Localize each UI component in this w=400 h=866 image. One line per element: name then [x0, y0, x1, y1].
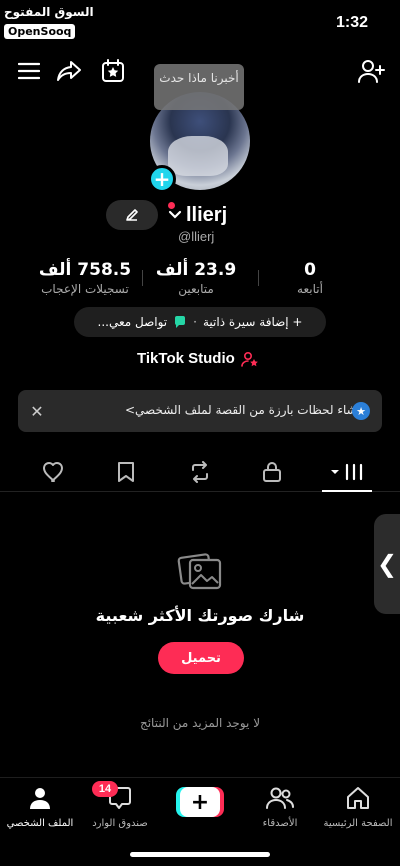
bookmark-icon — [118, 462, 134, 482]
status-bar: السوق المفتوح OpenSooq 1:32 — [0, 0, 400, 44]
stat-following-value: 0 — [304, 260, 316, 280]
stat-likes[interactable]: 758.5 ألف تسجيلات الإعجاب — [30, 260, 140, 296]
close-icon[interactable]: ✕ — [26, 400, 48, 422]
stat-followers-label: متابعين — [178, 282, 214, 296]
plus-icon: + — [180, 787, 220, 817]
share-icon[interactable] — [54, 56, 84, 86]
account-switcher[interactable]: llierj — [168, 200, 227, 230]
banner-text: إنشاء لحظات بارزة من القصة لملف الشخصي> — [125, 403, 364, 417]
opensooq-watermark: السوق المفتوح OpenSooq — [4, 4, 94, 39]
stat-following[interactable]: 0 أتابعه — [280, 260, 340, 296]
highlight-star-icon: ★ — [352, 402, 370, 420]
nav-friends-label: الأصدقاء — [262, 818, 298, 829]
studio-label: TikTok Studio — [137, 350, 235, 367]
stat-following-label: أتابعه — [297, 282, 323, 296]
heart-icon — [43, 462, 63, 482]
profile-icon — [30, 788, 50, 809]
no-more-results: لا يوجد المزيد من النتائج — [139, 716, 261, 730]
watermark-latin: OpenSooq — [4, 24, 76, 39]
upload-button[interactable]: تحميل — [158, 642, 244, 674]
videos-grid-icon — [331, 463, 363, 481]
nav-inbox-label: صندوق الوارد — [92, 818, 148, 829]
nav-home[interactable]: الصفحة الرئيسية — [318, 784, 398, 829]
nav-friends[interactable]: الأصدقاء — [240, 784, 320, 829]
display-name: llierj — [186, 203, 228, 226]
photos-icon — [177, 553, 222, 590]
nav-home-label: الصفحة الرئيسية — [323, 818, 393, 829]
home-icon — [347, 787, 369, 809]
creator-star-icon — [240, 351, 258, 367]
contact-link[interactable]: تواصل معي... — [98, 315, 168, 329]
note-tooltip[interactable]: أخبرنا ماذا حدث — [154, 64, 244, 110]
stat-likes-value: 758.5 ألف — [38, 260, 132, 280]
calendar-star-icon[interactable] — [98, 56, 128, 86]
profile-tabs — [0, 452, 400, 492]
menu-icon[interactable] — [14, 56, 44, 86]
chevron-down-icon — [168, 210, 182, 219]
username: @llierj — [178, 229, 215, 244]
highlights-banner[interactable]: ✕ إنشاء لحظات بارزة من القصة لملف الشخصي… — [18, 390, 382, 432]
tab-favorites[interactable] — [106, 458, 146, 486]
stat-followers-value: 23.9 ألف — [155, 260, 237, 280]
stat-divider — [142, 270, 143, 286]
create-button[interactable]: + — [176, 787, 224, 817]
separator-dot: · — [193, 315, 197, 329]
chat-bubble-icon — [175, 316, 186, 328]
friends-icon — [266, 787, 294, 809]
side-drawer-handle[interactable]: ❮ — [374, 514, 400, 614]
repost-icon — [192, 461, 208, 483]
tab-private[interactable] — [252, 458, 292, 486]
add-bio-link[interactable]: + إضافة سيرة ذاتية — [203, 315, 303, 329]
empty-state-title: شارك صورتك الأكثر شعبية — [95, 606, 305, 625]
tab-reposts[interactable] — [180, 458, 220, 486]
stat-followers[interactable]: 23.9 ألف متابعين — [150, 260, 242, 296]
bio-pill[interactable]: + إضافة سيرة ذاتية · تواصل معي... — [74, 307, 326, 337]
tab-videos[interactable] — [326, 458, 370, 486]
add-story-icon[interactable]: + — [148, 165, 176, 193]
home-indicator — [130, 852, 270, 857]
watermark-arabic: السوق المفتوح — [4, 5, 94, 19]
tab-liked[interactable] — [34, 458, 74, 486]
edit-profile-button[interactable] — [106, 200, 158, 230]
add-friend-icon[interactable] — [356, 56, 386, 86]
inbox-badge: 14 — [92, 781, 118, 797]
nav-profile-label: الملف الشخصي — [6, 818, 74, 829]
pencil-icon — [126, 209, 138, 221]
stat-likes-label: تسجيلات الإعجاب — [41, 282, 129, 296]
tiktok-studio-link[interactable]: TikTok Studio — [137, 350, 259, 367]
lock-icon — [263, 462, 281, 482]
status-time: 1:32 — [335, 14, 368, 31]
nav-profile[interactable]: الملف الشخصي — [0, 784, 80, 829]
stat-divider — [258, 270, 259, 286]
active-tab-indicator — [322, 490, 372, 492]
